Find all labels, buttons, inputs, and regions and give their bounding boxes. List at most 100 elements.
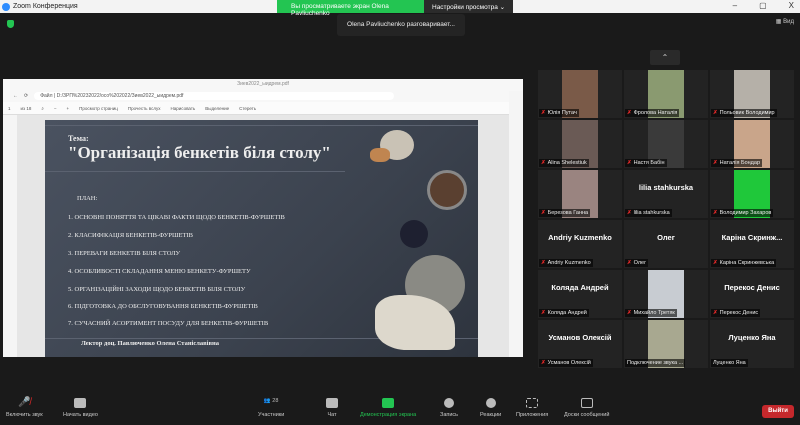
participant-display-name: Луценко Яна [728,333,776,342]
participant-tile[interactable]: ✗ Польовик Володимир [710,70,794,118]
muted-mic-icon: ✗ [627,260,632,266]
browser-sidebar-left [3,115,17,357]
muted-mic-icon: ✗ [713,210,718,216]
participant-tile[interactable]: ✗ Березова Ганна [538,170,622,218]
participant-name-label: ✗ Володимир Захаров [711,209,774,217]
view-label: Вид [783,19,794,25]
participant-name: Михайло Третяк [633,310,675,316]
tool-erase[interactable]: Стереть [239,106,256,111]
participant-tile[interactable]: lilia stahkurska ✗ lilia stahkurska [624,170,708,218]
security-shield-icon[interactable] [7,20,14,28]
participant-display-name: Каріна Скринж... [721,233,783,242]
whiteboards-button[interactable]: Доски сообщений [564,398,609,418]
plan-item: 1. ОСНОВНІ ПОНЯТТЯ ТА ЦІКАВІ ФАКТИ ЩОДО … [68,214,285,221]
start-video-label: Начать видео [63,412,98,418]
zoom-in-icon[interactable]: + [67,106,70,111]
muted-mic-icon: ✗ [541,160,546,166]
tool-draw[interactable]: Нарисовать [171,106,196,111]
participant-name-label: ✗ Alina Shelestiuk [539,159,589,167]
participant-name: Олег [633,260,647,266]
participant-tile[interactable]: Перекос Денис ✗ Перекос Денис [710,270,794,318]
minimize-button[interactable]: – [733,1,737,10]
active-speaker-label: Olena Pavliuchenko разговаривает... [337,14,465,36]
share-screen-button[interactable]: Демонстрация экрана [360,398,416,418]
muted-mic-icon: 🎤̸ [18,397,31,408]
participant-tile[interactable]: ✗ Михайло Третяк [624,270,708,318]
participant-name-label: ✗ Польовик Володимир [711,109,777,117]
record-icon [444,398,455,408]
participant-display-name: Олег [657,233,675,242]
view-button[interactable]: ▦ Вид [776,18,794,25]
start-video-button[interactable]: Начать видео [63,398,98,418]
reactions-button[interactable]: Реакции [480,398,501,418]
zoom-logo-icon [2,2,10,11]
participants-icon: 👥 28 [263,398,279,404]
participants-label: Участники [258,412,285,418]
zoom-out-icon[interactable]: − [54,106,57,111]
plan-item: 2. КЛАСИФІКАЦІЯ БЕНКЕТІВ-ФУРШЕТІВ [68,232,193,239]
leave-button[interactable]: Выйти [762,405,794,418]
reactions-icon [485,398,496,408]
maximize-button[interactable]: ▢ [759,1,767,10]
participant-tile[interactable]: ✗ Наталія Бондар [710,120,794,168]
apps-button[interactable]: Приложения [516,398,548,418]
participant-tile[interactable]: Усманов Олексій ✗ Усманов Олексій [538,320,622,368]
participant-name: Наталія Бондар [719,160,761,166]
window-title: Zoom Конференция [13,3,78,10]
plan-item: 4. ОСОБЛИВОСТІ СКЛАДАННЯ МЕНЮ БЕНКЕТУ-ФУ… [68,268,251,275]
browser-titlebar: Зиев2022_ыидрем.pdf [3,79,523,90]
url-text: D:/ЗРП%20232022/осо%202022/Зиев2022_ыидр… [56,93,184,99]
participant-tile[interactable]: Каріна Скринж... ✗ Каріна Скринжевська [710,220,794,268]
view-settings-button[interactable]: Настройки просмотра ⌄ [424,0,514,13]
browser-sidebar-right [509,91,523,357]
participant-tile[interactable]: ✗ Фролова Наталія [624,70,708,118]
participant-name: Фролова Наталія [633,110,678,116]
muted-mic-icon: ✗ [541,260,546,266]
participant-name-label: ✗ Настя Бабін [625,159,667,167]
search-icon[interactable]: ⌕ [41,106,44,111]
tool-read-aloud[interactable]: Прочесть вслух [128,106,161,111]
participant-name: Подключение звука ... [627,360,684,366]
participant-name-label: ✗ Фролова Наталія [625,109,680,117]
back-icon[interactable]: ← [13,93,18,99]
participant-tile[interactable]: ✗ Настя Бабін [624,120,708,168]
participant-name-label: Луценко Яна [711,359,748,367]
tool-page-view[interactable]: Просмотр страниц [79,106,118,111]
collapse-gallery-button[interactable]: ⌃ [650,50,680,65]
chat-button[interactable]: Чат [326,398,338,418]
participant-tile[interactable]: ✗ Володимир Захаров [710,170,794,218]
participant-tile[interactable]: Олег ✗ Олег [624,220,708,268]
participant-name-label: Подключение звука ... [625,359,686,367]
participant-name-label: ✗ Наталія Бондар [711,159,763,167]
participant-tile[interactable]: Луценко Яна Луценко Яна [710,320,794,368]
close-button[interactable]: X [789,1,794,10]
plan-item: 3. ПЕРЕВАГИ БЕНКЕТІВ БІЛЯ СТОЛУ [68,250,181,257]
muted-mic-icon: ✗ [627,210,632,216]
participant-name: Усманов Олексій [547,360,591,366]
participant-name: Andriy Kuzmenko [547,260,591,266]
pdf-toolbar: 1 из 18 ⌕ − + Просмотр страниц Прочесть … [3,102,523,115]
page-number[interactable]: 1 [8,106,11,111]
tool-highlight[interactable]: Выделение [205,106,229,111]
shared-screen: Зиев2022_ыидрем.pdf ← ⟳ Файл | D:/ЗРП%20… [3,79,523,357]
participant-tile[interactable]: ✗ Alina Shelestiuk [538,120,622,168]
participants-button[interactable]: 👥 28 Участники [258,398,284,418]
participant-name: Польовик Володимир [719,110,775,116]
participant-tile[interactable]: Andriy Kuzmenko ✗ Andriy Kuzmenko [538,220,622,268]
lector-name: Лектор доц. Павлюченко Олена Станіславів… [81,340,219,347]
participant-name: lilia stahkurska [633,210,670,216]
participant-tile[interactable]: Подключение звука ... [624,320,708,368]
muted-mic-icon: ✗ [713,160,718,166]
participant-name-label: ✗ Перекос Денис [711,309,761,317]
record-button[interactable]: Запись [440,398,458,418]
pdf-viewer: Тема: "Організація бенкетів біля столу" … [3,91,523,357]
share-screen-label: Демонстрация экрана [360,412,417,418]
url-field[interactable]: Файл | D:/ЗРП%20232022/осо%202022/Зиев20… [34,92,395,100]
slide-title: "Організація бенкетів біля столу" [68,143,331,162]
refresh-icon[interactable]: ⟳ [24,93,28,99]
participant-name-label: ✗ Коляда Андрей [539,309,589,317]
participant-tile[interactable]: Коляда Андрей ✗ Коляда Андрей [538,270,622,318]
participant-name: Alina Shelestiuk [547,160,587,166]
participant-tile[interactable]: ✗ Юлія Путач [538,70,622,118]
unmute-button[interactable]: 🎤̸ Включить звук [6,397,43,419]
